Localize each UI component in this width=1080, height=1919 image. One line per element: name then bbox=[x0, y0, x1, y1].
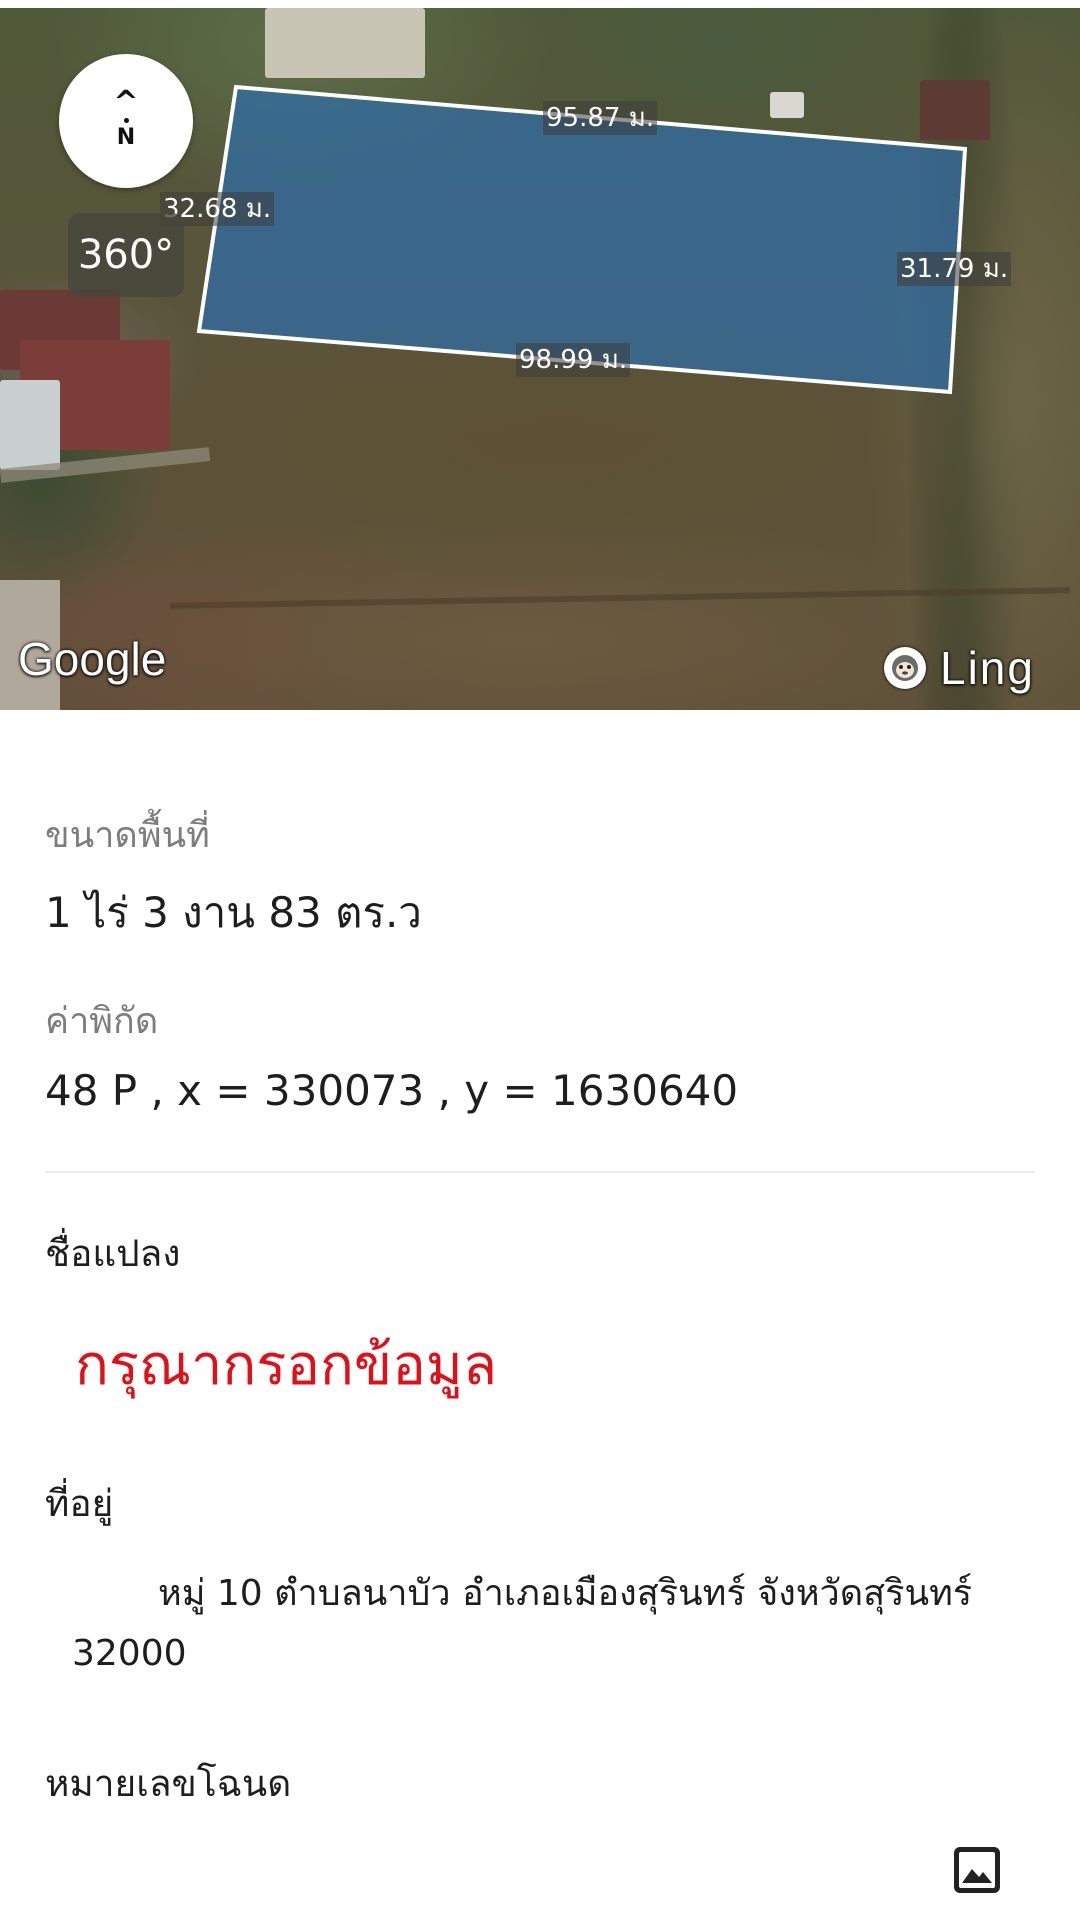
compass-north-label: N bbox=[116, 125, 136, 150]
plot-name-input[interactable]: กรุณากรอกข้อมูล bbox=[75, 1320, 497, 1409]
ling-logo: Ling bbox=[884, 641, 1035, 695]
compass-button[interactable]: ^ N bbox=[59, 54, 193, 188]
address-value: หมู่ 10 ตำบลนาบัว อำเภอเมืองสุรินทร์ จัง… bbox=[72, 1573, 973, 1674]
north-arrow-icon: ^ bbox=[113, 85, 139, 120]
map-top-edge bbox=[0, 0, 1080, 8]
image-icon[interactable] bbox=[952, 1845, 1002, 1895]
street-view-360-button[interactable]: 360° bbox=[68, 213, 184, 297]
coordinates-value: 48 P , x = 330073 , y = 1630640 bbox=[45, 1066, 739, 1115]
area-label: ขนาดพื้นที่ bbox=[45, 815, 210, 856]
ling-label: Ling bbox=[940, 642, 1035, 694]
dimension-label-right: 31.79 ม. bbox=[897, 252, 1012, 286]
coordinates-label: ค่าพิกัด bbox=[45, 1001, 159, 1042]
dimension-label-bottom: 98.99 ม. bbox=[516, 343, 631, 377]
deed-number-label: หมายเลขโฉนด bbox=[45, 1762, 292, 1805]
dimension-label-top: 95.87 ม. bbox=[543, 101, 658, 135]
google-logo: Google bbox=[18, 633, 167, 685]
address-label: ที่อยู่ bbox=[45, 1482, 114, 1525]
compass-center-dot bbox=[123, 118, 129, 123]
monkey-face-icon bbox=[884, 647, 926, 689]
plot-name-label: ชื่อแปลง bbox=[45, 1232, 181, 1275]
map-view[interactable]: 95.87 ม. 32.68 ม. 31.79 ม. 98.99 ม. ^ N … bbox=[0, 0, 1080, 710]
section-divider bbox=[45, 1171, 1035, 1173]
area-value: 1 ไร่ 3 งาน 83 ตร.ว bbox=[45, 888, 422, 937]
